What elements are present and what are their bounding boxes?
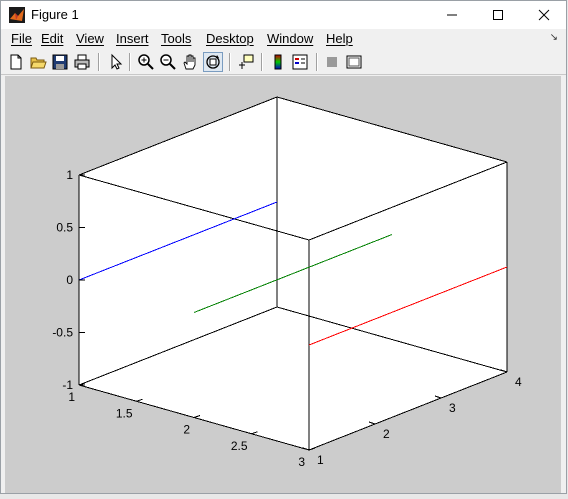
menu-help[interactable]: Help xyxy=(326,31,353,46)
menu-bar: File Edit View Insert Tools Desktop Wind… xyxy=(1,29,566,49)
toolbar-separator xyxy=(261,53,263,71)
y-tick-label: 1 xyxy=(317,453,324,467)
x-tick-label: 2.5 xyxy=(231,439,248,453)
menu-file[interactable]: File xyxy=(11,31,32,46)
x-tick-label: 2 xyxy=(183,423,190,437)
minimize-button[interactable] xyxy=(429,1,475,29)
y-tick-label: 4 xyxy=(515,375,522,389)
z-tick-label: -0.5 xyxy=(52,326,73,340)
zoom-in-icon[interactable] xyxy=(137,53,155,71)
menu-insert[interactable]: Insert xyxy=(116,31,149,46)
close-button[interactable] xyxy=(521,1,566,29)
zoom-out-icon[interactable] xyxy=(159,53,177,71)
toolbar-separator xyxy=(98,53,100,71)
figure-canvas[interactable]: -1 -0.5 0 0.5 1 1 1.5 2 2.5 3 1 2 3 4 xyxy=(5,76,561,493)
y-tick-label: 2 xyxy=(383,427,390,441)
open-file-icon[interactable] xyxy=(29,53,47,71)
hide-plot-tools-icon[interactable] xyxy=(323,53,341,71)
print-icon[interactable] xyxy=(73,53,91,71)
x-tick-label: 3 xyxy=(298,455,305,469)
maximize-icon xyxy=(493,10,503,20)
data-cursor-icon[interactable] xyxy=(237,53,255,71)
save-icon[interactable] xyxy=(51,53,69,71)
x-tick-label: 1.5 xyxy=(116,406,133,420)
menu-tools[interactable]: Tools xyxy=(161,31,191,46)
rotate-3d-icon[interactable] xyxy=(203,52,223,72)
menu-view[interactable]: View xyxy=(76,31,104,46)
new-figure-icon[interactable] xyxy=(7,53,25,71)
z-tick-label: 0 xyxy=(66,273,73,287)
dock-arrow-icon[interactable]: ↘ xyxy=(550,32,558,43)
x-tick-label: 1 xyxy=(68,390,75,404)
y-tick-label: 3 xyxy=(449,401,456,415)
window-title: Figure 1 xyxy=(31,7,79,22)
title-bar[interactable]: Figure 1 xyxy=(1,1,566,29)
figure-toolbar xyxy=(1,50,566,75)
legend-icon[interactable] xyxy=(291,53,309,71)
close-icon xyxy=(538,9,550,21)
z-tick-label: 0.5 xyxy=(56,221,73,235)
toolbar-separator xyxy=(129,53,131,71)
menu-desktop[interactable]: Desktop xyxy=(206,31,254,46)
toolbar-separator xyxy=(229,53,231,71)
pan-icon[interactable] xyxy=(181,53,199,71)
maximize-button[interactable] xyxy=(475,1,521,29)
colorbar-icon[interactable] xyxy=(269,53,287,71)
figure-window: Figure 1 File Edit View Insert Tools Des… xyxy=(0,0,567,494)
edit-plot-icon[interactable] xyxy=(107,53,125,71)
matlab-icon xyxy=(9,7,25,23)
menu-window[interactable]: Window xyxy=(267,31,313,46)
z-tick-label: 1 xyxy=(66,168,73,182)
axes-3d[interactable]: -1-0.500.5111.522.53 1234 xyxy=(5,76,561,493)
menu-edit[interactable]: Edit xyxy=(41,31,63,46)
minimize-icon xyxy=(447,14,457,16)
toolbar-separator xyxy=(316,53,318,71)
show-plot-tools-icon[interactable] xyxy=(345,53,363,71)
